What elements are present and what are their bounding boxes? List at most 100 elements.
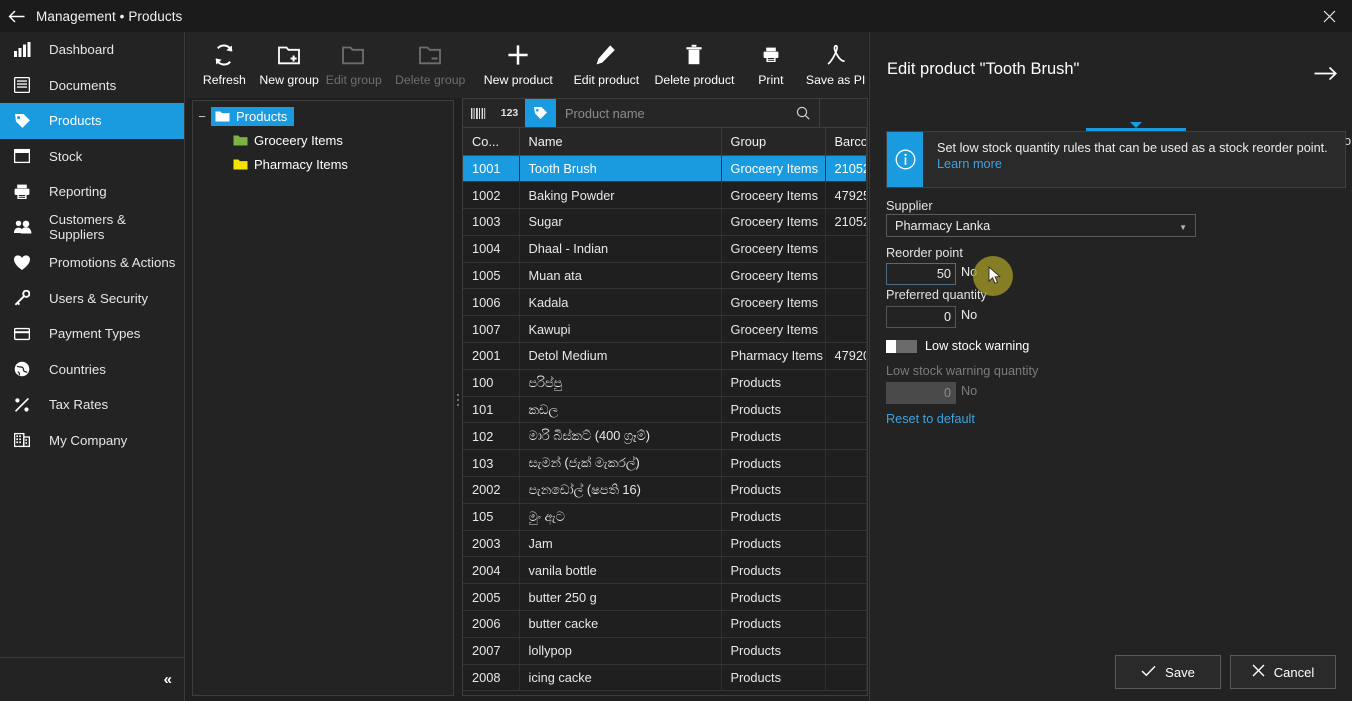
tree-item-products[interactable]: − Products <box>193 104 453 128</box>
bar-chart-icon <box>14 41 38 59</box>
sidebar-item-documents[interactable]: Documents <box>0 68 184 104</box>
tree-item-pharmacy-items[interactable]: Pharmacy Items <box>193 152 453 176</box>
table-row[interactable]: 2008 icing cacke Products <box>463 664 867 692</box>
sidebar-item-promotions-actions[interactable]: Promotions & Actions <box>0 245 184 281</box>
table-row[interactable]: 1007 Kawupi Groceery Items <box>463 315 867 344</box>
tag-filter-icon[interactable] <box>525 99 556 127</box>
panel-splitter[interactable] <box>455 383 461 417</box>
cell-name: මාරි බිස්කට් (400 ග්‍රෑම්) <box>519 422 722 451</box>
tree-children: Groceery Items Pharmacy Items <box>193 128 453 176</box>
table-row[interactable]: 2001Detol MediumPharmacy Items479203731 <box>463 342 867 370</box>
column-header-name[interactable]: Name <box>519 128 722 156</box>
toolbar-edit-product[interactable]: Edit product <box>562 32 650 94</box>
cell-group: Groceery Items <box>721 262 826 290</box>
toolbar-new-group[interactable]: New group <box>257 32 322 94</box>
document-icon <box>14 76 38 94</box>
cell-name: සැමන් (ජැක් මැකරල්) <box>519 449 722 478</box>
tree-item-label: Pharmacy Items <box>254 156 348 172</box>
column-header-barcode[interactable]: Barcode <box>825 128 867 156</box>
table-row[interactable]: 101 කඩල Products <box>463 396 867 424</box>
cell-barcode <box>825 396 867 424</box>
toolbar-button-label: Save as PI <box>805 73 866 87</box>
table-row[interactable]: 1002Baking PowderGroceery Items479255103 <box>463 181 867 210</box>
sidebar-item-stock[interactable]: Stock <box>0 139 184 175</box>
low-stock-warning-toggle[interactable] <box>886 340 917 353</box>
product-grid-panel: 123 Co...NameGroupBarcode 1001Tooth Brus… <box>462 98 868 696</box>
table-row[interactable]: 102 මාරි බිස්කට් (400 ග්‍රෑම්) Products <box>463 422 867 451</box>
chevron-down-icon: ▼ <box>1179 223 1187 232</box>
table-row[interactable]: 100 පරිප්පු Products <box>463 369 867 397</box>
cell-group: Products <box>721 422 826 451</box>
table-row[interactable]: 1006 Kadala Groceery Items <box>463 288 867 317</box>
printer-icon <box>763 40 779 70</box>
sidebar-item-label: Stock <box>49 148 83 164</box>
preferred-quantity-unit: No <box>961 308 978 322</box>
cell-group: Products <box>721 503 826 531</box>
cell-code: 1001 <box>463 155 520 183</box>
barcode-icon[interactable] <box>463 99 494 127</box>
table-row[interactable]: 1004 Dhaal - Indian Groceery Items <box>463 235 867 263</box>
back-arrow-icon[interactable] <box>0 0 32 32</box>
table-row[interactable]: 1001Tooth BrushGroceery Items210526162 <box>463 155 867 183</box>
cell-name: පැනඩෝල් (ෂපති 16) <box>519 476 722 504</box>
toolbar-save-as-pi[interactable]: Save as PI <box>803 32 868 94</box>
toolbar-refresh[interactable]: Refresh <box>192 32 257 94</box>
save-button[interactable]: Save <box>1115 655 1221 689</box>
cell-name: Dhaal - Indian <box>519 235 722 263</box>
column-header-co[interactable]: Co... <box>463 128 520 156</box>
learn-more-link[interactable]: Learn more <box>937 157 1002 171</box>
search-icon[interactable] <box>787 106 819 120</box>
double-chevron-left-icon: « <box>163 671 172 688</box>
preferred-quantity-input[interactable] <box>886 306 956 328</box>
table-row[interactable]: 1005 Muan ata Groceery Items <box>463 262 867 290</box>
arrow-right-icon[interactable] <box>1308 58 1342 88</box>
table-row[interactable]: 2003 Jam Products <box>463 530 867 558</box>
tag-icon <box>14 112 38 130</box>
sidebar-item-reporting[interactable]: Reporting <box>0 174 184 210</box>
table-row[interactable]: 2004 vanila bottle Products <box>463 556 867 585</box>
cancel-button[interactable]: Cancel <box>1230 655 1336 689</box>
table-row[interactable]: 2007 lollypop Products <box>463 637 867 665</box>
sidebar-item-countries[interactable]: Countries <box>0 352 184 388</box>
window-title: Management • Products <box>36 8 183 24</box>
cell-barcode <box>825 476 867 504</box>
reorder-point-input[interactable] <box>886 263 956 285</box>
cell-code: 105 <box>463 503 520 531</box>
table-row[interactable]: 105 මුං ඇට Products <box>463 503 867 531</box>
sidebar-item-tax-rates[interactable]: Tax Rates <box>0 387 184 423</box>
tree-expander-icon[interactable]: − <box>193 109 211 124</box>
sidebar-item-dashboard[interactable]: Dashboard <box>0 32 184 68</box>
toolbar-new-product[interactable]: New product <box>474 32 562 94</box>
search-input[interactable] <box>556 99 787 127</box>
table-row[interactable]: 103 සැමන් (ජැක් මැකරල්) Products <box>463 449 867 478</box>
toolbar-button-label: Delete product <box>654 73 735 87</box>
table-row[interactable]: 1003SugarGroceery Items210527095 <box>463 208 867 236</box>
cell-barcode: 479255103 <box>825 181 867 210</box>
table-row[interactable]: 2006 butter cacke Products <box>463 610 867 638</box>
toolbar-delete-product[interactable]: Delete product <box>650 32 738 94</box>
supplier-select[interactable]: Pharmacy Lanka ▼ <box>886 214 1196 237</box>
sidebar-item-label: Promotions & Actions <box>49 255 176 271</box>
table-row[interactable]: 2005 butter 250 g Products <box>463 583 867 612</box>
number-filter-icon[interactable]: 123 <box>494 99 525 127</box>
close-icon[interactable] <box>1306 0 1352 32</box>
tree-item-label: Groceery Items <box>254 132 343 148</box>
column-header-group[interactable]: Group <box>721 128 826 156</box>
sidebar-item-my-company[interactable]: My Company <box>0 423 184 459</box>
sidebar-item-payment-types[interactable]: Payment Types <box>0 316 184 352</box>
sidebar-item-customers-suppliers[interactable]: Customers & Suppliers <box>0 210 184 246</box>
sidebar-list: Dashboard Documents Products Stock Reporting… <box>0 32 184 458</box>
reset-to-default-link[interactable]: Reset to default <box>886 412 975 426</box>
table-row[interactable]: 2002 පැනඩෝල් (ෂපති 16) Products <box>463 476 867 504</box>
info-banner: Set low stock quantity rules that can be… <box>886 131 1346 188</box>
tree-item-groceery-items[interactable]: Groceery Items <box>193 128 453 152</box>
sidebar-item-users-security[interactable]: Users & Security <box>0 281 184 317</box>
sidebar-item-products[interactable]: Products <box>0 103 184 139</box>
sidebar-collapse-button[interactable]: « <box>0 657 185 701</box>
sidebar-item-label: Customers & Suppliers <box>49 212 126 243</box>
preferred-quantity-label: Preferred quantity <box>886 288 987 302</box>
cell-name: vanila bottle <box>519 556 722 585</box>
toolbar-print[interactable]: Print <box>739 32 804 94</box>
toolbar-edit-group: Edit group <box>321 32 386 94</box>
cell-name: Muan ata <box>519 262 722 290</box>
